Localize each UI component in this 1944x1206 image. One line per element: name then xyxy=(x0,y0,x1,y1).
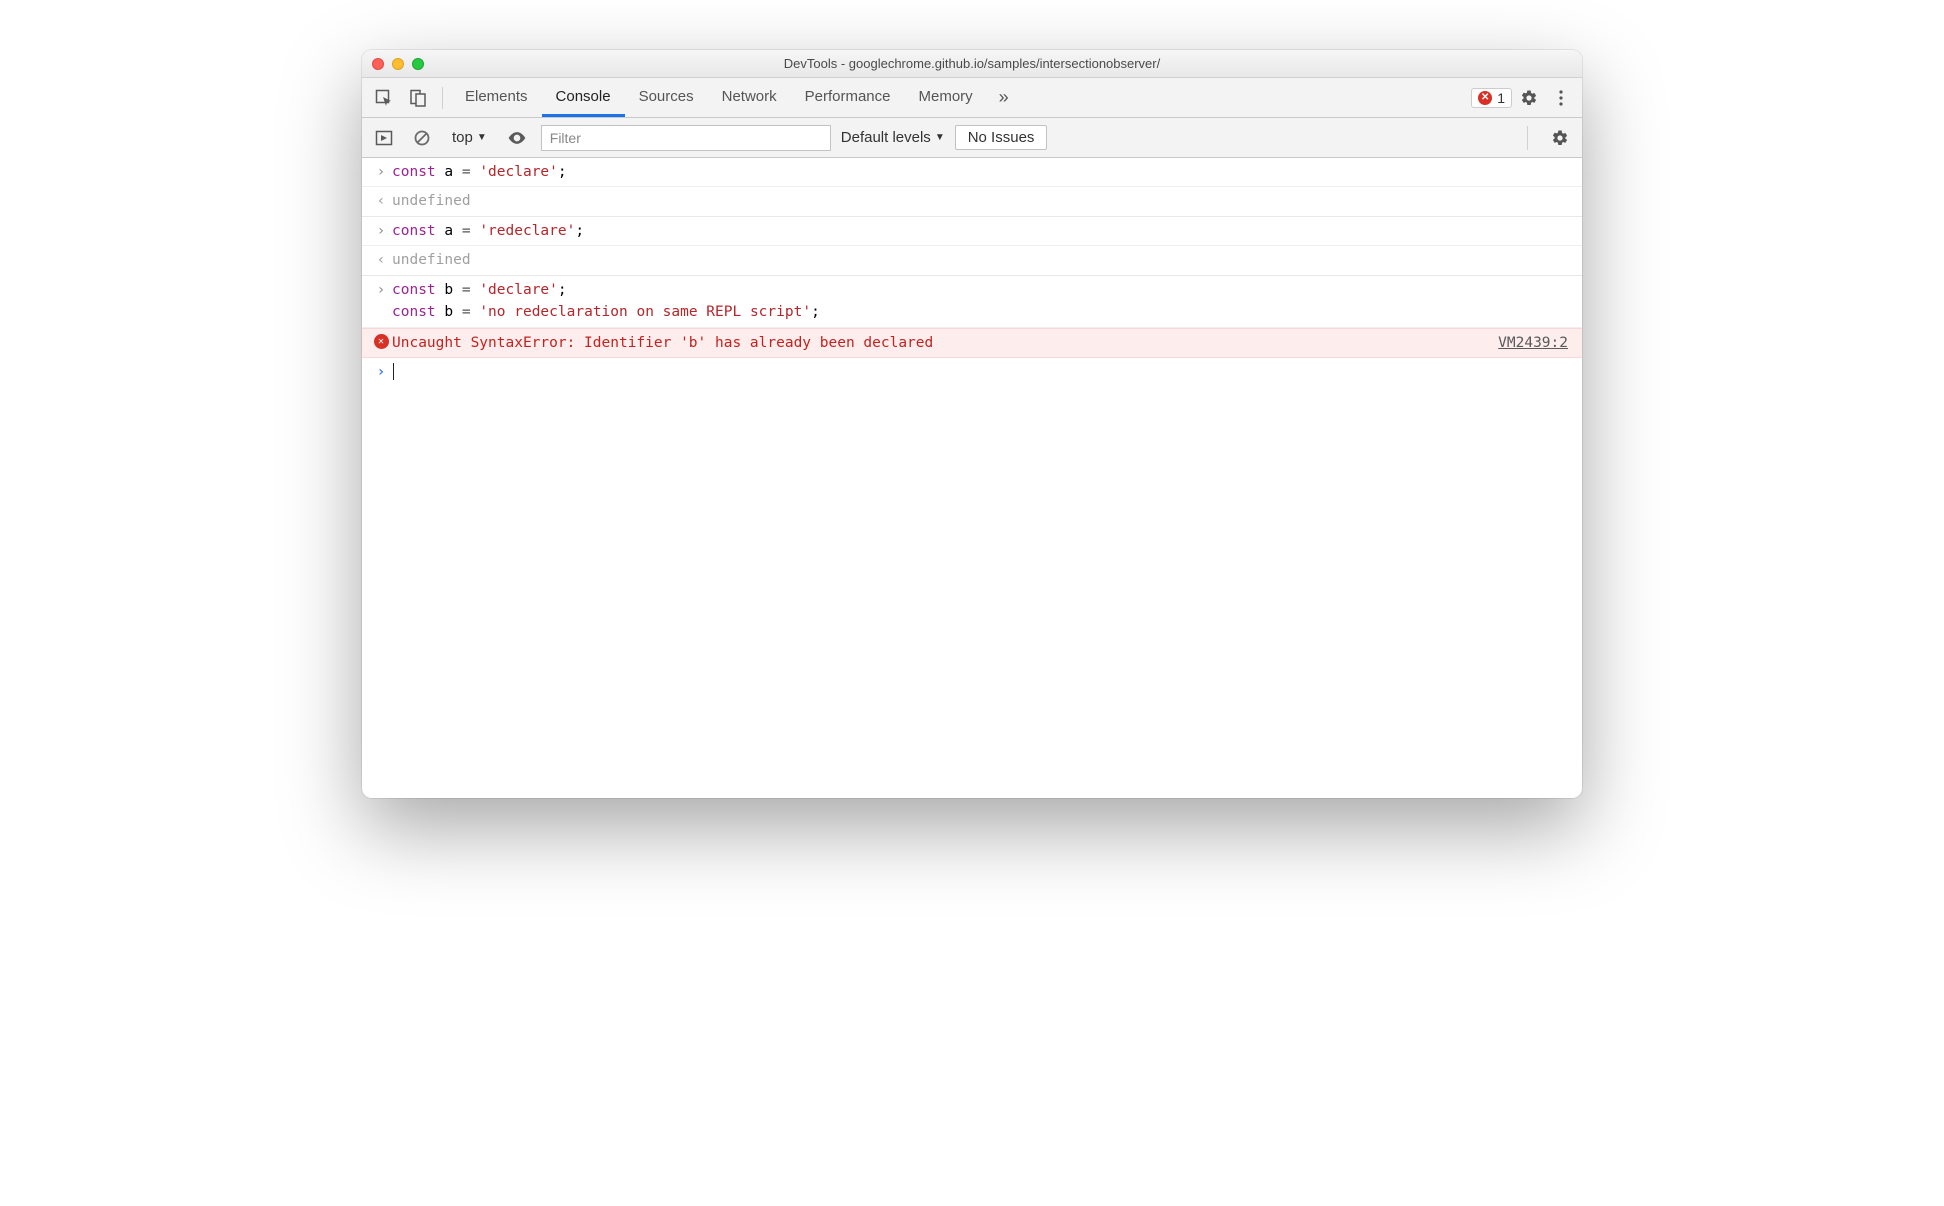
error-icon: ✕ xyxy=(1478,91,1492,105)
error-text: Uncaught SyntaxError: Identifier 'b' has… xyxy=(392,332,933,354)
chevron-right-icon: » xyxy=(999,87,1009,108)
console-result-row: ‹undefined xyxy=(362,187,1582,216)
caret-down-icon: ▼ xyxy=(935,132,945,143)
console-output[interactable]: ›const a = 'declare';‹undefined›const a … xyxy=(362,158,1582,798)
prompt-input[interactable] xyxy=(392,361,394,383)
titlebar: DevTools - googlechrome.github.io/sample… xyxy=(362,50,1582,78)
minimize-window-button[interactable] xyxy=(392,58,404,70)
prompt-chevron-icon: › xyxy=(370,361,392,383)
zoom-window-button[interactable] xyxy=(412,58,424,70)
filter-input[interactable] xyxy=(541,125,831,151)
main-toolbar: ElementsConsoleSourcesNetworkPerformance… xyxy=(362,78,1582,118)
eye-icon xyxy=(507,128,527,148)
gear-icon xyxy=(1520,89,1538,107)
tab-sources[interactable]: Sources xyxy=(625,78,708,117)
input-chevron-icon: › xyxy=(370,279,392,301)
code-text: const a = 'declare'; xyxy=(392,161,567,183)
input-chevron-icon: › xyxy=(370,220,392,242)
console-error-row: ✕Uncaught SyntaxError: Identifier 'b' ha… xyxy=(362,328,1582,358)
error-icon: ✕ xyxy=(370,332,392,349)
inspect-element-icon[interactable] xyxy=(368,82,400,114)
sidebar-icon xyxy=(375,129,393,147)
toggle-sidebar-button[interactable] xyxy=(370,124,398,152)
context-selector[interactable]: top ▼ xyxy=(446,127,493,148)
context-label: top xyxy=(452,129,473,146)
log-levels-selector[interactable]: Default levels ▼ xyxy=(841,129,945,146)
caret-down-icon: ▼ xyxy=(477,132,487,143)
close-window-button[interactable] xyxy=(372,58,384,70)
panel-tabs: ElementsConsoleSourcesNetworkPerformance… xyxy=(451,78,987,117)
kebab-icon xyxy=(1552,89,1570,107)
issues-button[interactable]: No Issues xyxy=(955,125,1048,150)
devtools-window: DevTools - googlechrome.github.io/sample… xyxy=(362,50,1582,798)
window-controls xyxy=(372,58,424,70)
more-tabs-button[interactable]: » xyxy=(989,83,1019,113)
separator xyxy=(1527,126,1528,150)
result-chevron-icon: ‹ xyxy=(370,190,392,212)
code-text: const a = 'redeclare'; xyxy=(392,220,584,242)
clear-console-button[interactable] xyxy=(408,124,436,152)
input-chevron-icon: › xyxy=(370,161,392,183)
console-result-row: ‹undefined xyxy=(362,246,1582,275)
error-count: 1 xyxy=(1497,90,1505,106)
tab-memory[interactable]: Memory xyxy=(905,78,987,117)
device-toolbar-icon[interactable] xyxy=(402,82,434,114)
more-options-button[interactable] xyxy=(1546,83,1576,113)
levels-label: Default levels xyxy=(841,129,931,146)
live-expression-button[interactable] xyxy=(503,124,531,152)
error-count-badge[interactable]: ✕ 1 xyxy=(1471,88,1512,108)
console-input-row: ›const b = 'declare'; const b = 'no rede… xyxy=(362,276,1582,328)
result-text: undefined xyxy=(392,190,471,212)
gear-icon xyxy=(1551,129,1569,147)
separator xyxy=(442,87,443,109)
result-chevron-icon: ‹ xyxy=(370,249,392,271)
console-prompt-row[interactable]: › xyxy=(362,358,1582,386)
ban-icon xyxy=(413,129,431,147)
settings-button[interactable] xyxy=(1514,83,1544,113)
console-input-row: ›const a = 'redeclare'; xyxy=(362,217,1582,246)
console-input-row: ›const a = 'declare'; xyxy=(362,158,1582,187)
tab-elements[interactable]: Elements xyxy=(451,78,542,117)
tab-performance[interactable]: Performance xyxy=(791,78,905,117)
console-settings-button[interactable] xyxy=(1546,124,1574,152)
tab-network[interactable]: Network xyxy=(708,78,791,117)
window-title: DevTools - googlechrome.github.io/sample… xyxy=(362,56,1582,71)
tab-console[interactable]: Console xyxy=(542,78,625,117)
result-text: undefined xyxy=(392,249,471,271)
code-text: const b = 'declare'; const b = 'no redec… xyxy=(392,279,820,324)
error-source-link[interactable]: VM2439:2 xyxy=(1498,332,1574,354)
console-toolbar: top ▼ Default levels ▼ No Issues xyxy=(362,118,1582,158)
